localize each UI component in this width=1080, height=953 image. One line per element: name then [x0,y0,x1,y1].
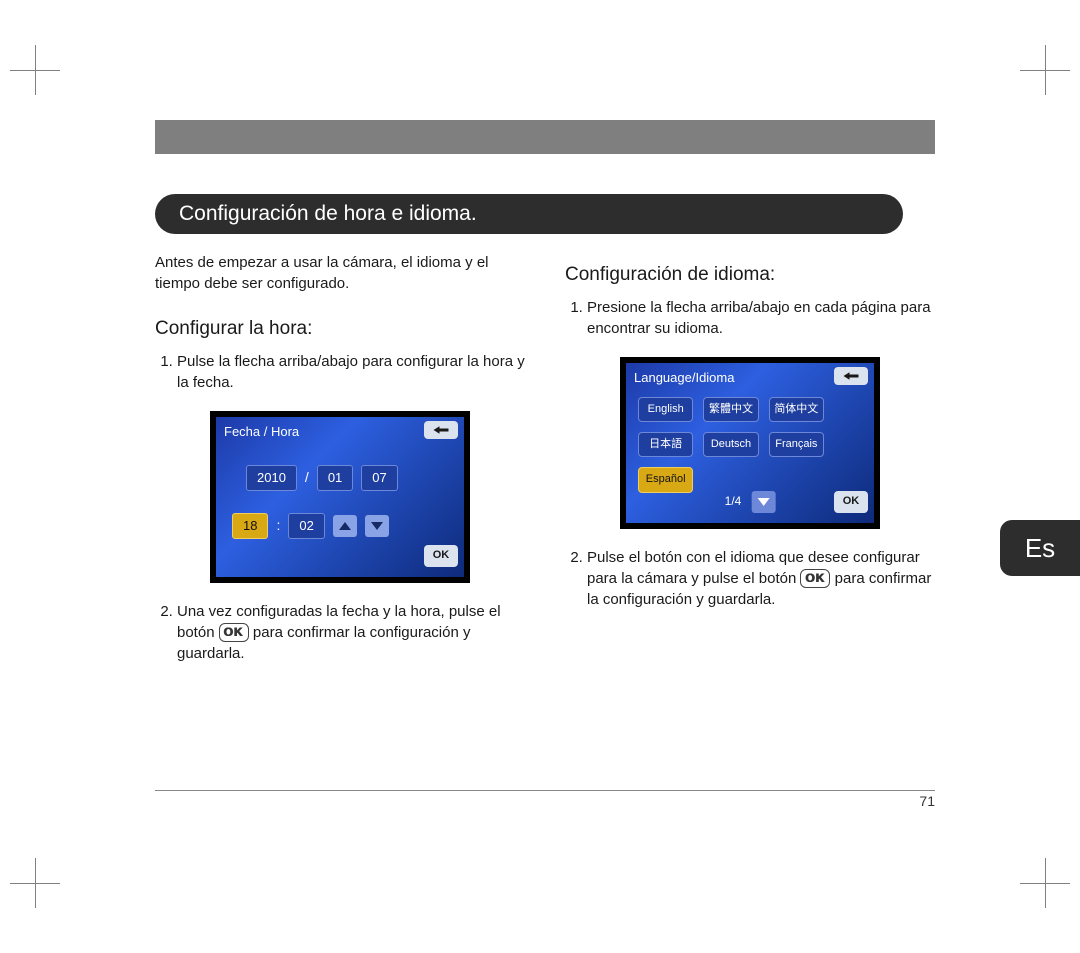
chevron-down-icon [369,520,385,532]
lang-option[interactable]: 日本語 [638,432,693,457]
screen-date-time: Fecha / Hora 2010 / 01 07 18 : 02 [210,411,470,583]
minute-field[interactable]: 02 [288,513,324,539]
language-tab: Es [1000,520,1080,576]
month-field[interactable]: 01 [317,465,353,491]
chevron-down-icon [755,496,771,508]
back-arrow-icon [432,424,450,436]
lang-option[interactable]: 繁體中文 [703,397,758,422]
screen-time-title: Fecha / Hora [224,423,299,441]
ok-button[interactable]: OK [424,545,458,567]
chevron-up-icon [337,520,353,532]
crop-mark [10,858,60,908]
screen-lang-title: Language/Idioma [634,369,734,387]
ok-inline-icon: OK [219,623,249,642]
hour-field[interactable]: 18 [232,513,268,539]
page-down-button[interactable] [751,491,775,513]
ok-button[interactable]: OK [834,491,868,513]
right-subhead: Configuración de idioma: [565,262,935,289]
header-bar [155,120,935,154]
screen-language: Language/Idioma English 繁體中文 简体中文 日本語 De… [620,357,880,529]
separator: / [305,468,309,488]
left-column: Antes de empezar a usar la cámara, el id… [155,252,525,678]
back-button[interactable] [834,367,868,385]
back-button[interactable] [424,421,458,439]
crop-mark [1020,45,1070,95]
lang-option[interactable]: Deutsch [703,432,758,457]
separator: : [276,516,280,536]
lang-option[interactable]: 简体中文 [769,397,824,422]
page-number: 71 [919,793,935,809]
left-step-2: Una vez configuradas la fecha y la hora,… [177,601,525,664]
ok-inline-icon: OK [800,569,830,588]
year-field[interactable]: 2010 [246,465,297,491]
intro-text: Antes de empezar a usar la cámara, el id… [155,252,525,294]
right-step-1: Presione la flecha arriba/abajo en cada … [587,297,935,339]
right-step-2: Pulse el botón con el idioma que desee c… [587,547,935,610]
lang-option[interactable]: English [638,397,693,422]
day-field[interactable]: 07 [361,465,397,491]
pager-text: 1/4 [725,493,742,510]
up-button[interactable] [333,515,357,537]
lang-option-selected[interactable]: Español [638,467,693,492]
down-button[interactable] [365,515,389,537]
left-step-1: Pulse la flecha arriba/abajo para config… [177,351,525,393]
crop-mark [10,45,60,95]
crop-mark [1020,858,1070,908]
page-footer: 71 [155,790,935,809]
right-column: Configuración de idioma: Presione la fle… [565,252,935,678]
section-title: Configuración de hora e idioma. [155,194,903,234]
back-arrow-icon [842,370,860,382]
lang-option[interactable]: Français [769,432,824,457]
left-subhead: Configurar la hora: [155,316,525,343]
